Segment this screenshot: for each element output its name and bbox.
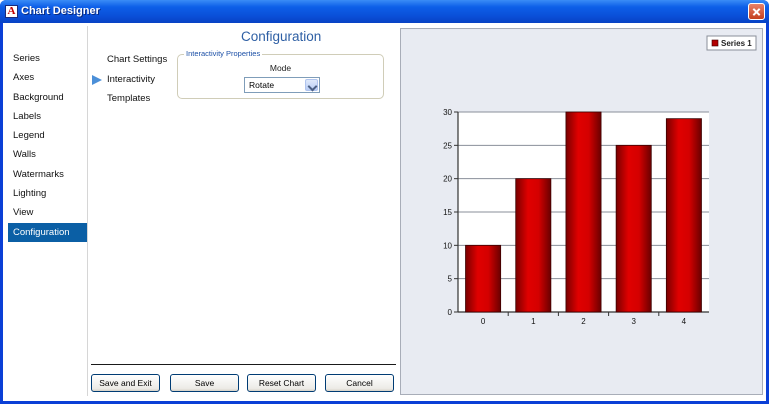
mode-select[interactable]: Rotate [244,77,320,93]
nav-item-walls[interactable]: Walls [8,145,88,164]
x-tick-label: 3 [631,317,636,326]
y-tick-label: 0 [448,308,453,317]
bar [615,144,652,313]
bar [465,244,502,313]
close-button[interactable] [748,3,765,20]
bar [515,178,552,313]
bar [665,118,702,313]
nav-item-axes[interactable]: Axes [8,68,88,87]
section-nav: Series Axes Background Labels Legend Wal… [8,49,88,242]
chart-designer-window: A Chart Designer Series Axes Background … [0,0,769,404]
sub-item-label: Chart Settings [107,54,168,65]
y-tick-label: 5 [448,275,453,284]
nav-item-background[interactable]: Background [8,88,88,107]
x-tick-label: 4 [682,317,687,326]
nav-item-configuration[interactable]: Configuration [8,222,88,242]
reset-chart-button[interactable]: Reset Chart [247,374,316,392]
nav-item-series[interactable]: Series [8,49,88,68]
y-tick-label: 10 [443,241,452,250]
window-title: Chart Designer [21,5,100,17]
save-button[interactable]: Save [170,374,239,392]
interactivity-properties-group: Interactivity Properties Mode Rotate [177,49,384,99]
mode-selected-value: Rotate [249,80,275,90]
selected-arrow-icon [92,74,102,85]
x-tick-label: 1 [531,317,536,326]
y-tick-label: 25 [443,141,452,150]
title-bar[interactable]: A Chart Designer [0,0,769,23]
legend-swatch [711,39,719,47]
sub-item-chart-settings[interactable]: Chart Settings [91,50,175,70]
sub-item-templates[interactable]: Templates [91,89,175,109]
bar-chart[interactable]: 0 5 10 15 20 25 30 0 1 2 3 4 Series 1 [401,29,764,396]
chevron-down-icon[interactable] [305,79,318,91]
cancel-button[interactable]: Cancel [325,374,394,392]
y-tick-label: 15 [443,208,452,217]
nav-item-watermarks[interactable]: Watermarks [8,165,88,184]
nav-item-legend[interactable]: Legend [8,126,88,145]
sub-item-label: Interactivity [107,73,156,85]
nav-item-labels[interactable]: Labels [8,107,88,126]
save-and-exit-button[interactable]: Save and Exit [91,374,160,392]
dialog-client-area: Series Axes Background Labels Legend Wal… [3,23,766,401]
group-label: Interactivity Properties [184,49,263,58]
y-tick-label: 20 [443,175,452,184]
mode-label: Mode [269,63,292,73]
legend-label: Series 1 [721,39,752,48]
chart-preview-panel: 0 5 10 15 20 25 30 0 1 2 3 4 Series 1 [400,28,763,395]
y-tick-label: 30 [443,108,452,117]
button-bar-separator [91,364,396,365]
nav-item-lighting[interactable]: Lighting [8,184,88,203]
bar [565,111,602,313]
config-sub-nav: Chart Settings Interactivity Templates [91,50,175,109]
x-tick-label: 2 [581,317,586,326]
x-tick-label: 0 [481,317,486,326]
sub-item-interactivity[interactable]: Interactivity [91,70,175,90]
nav-divider [87,26,88,396]
page-title: Configuration [241,29,322,44]
nav-item-view[interactable]: View [8,203,88,222]
sub-item-label: Templates [107,93,151,104]
app-logo-icon: A [5,5,18,18]
